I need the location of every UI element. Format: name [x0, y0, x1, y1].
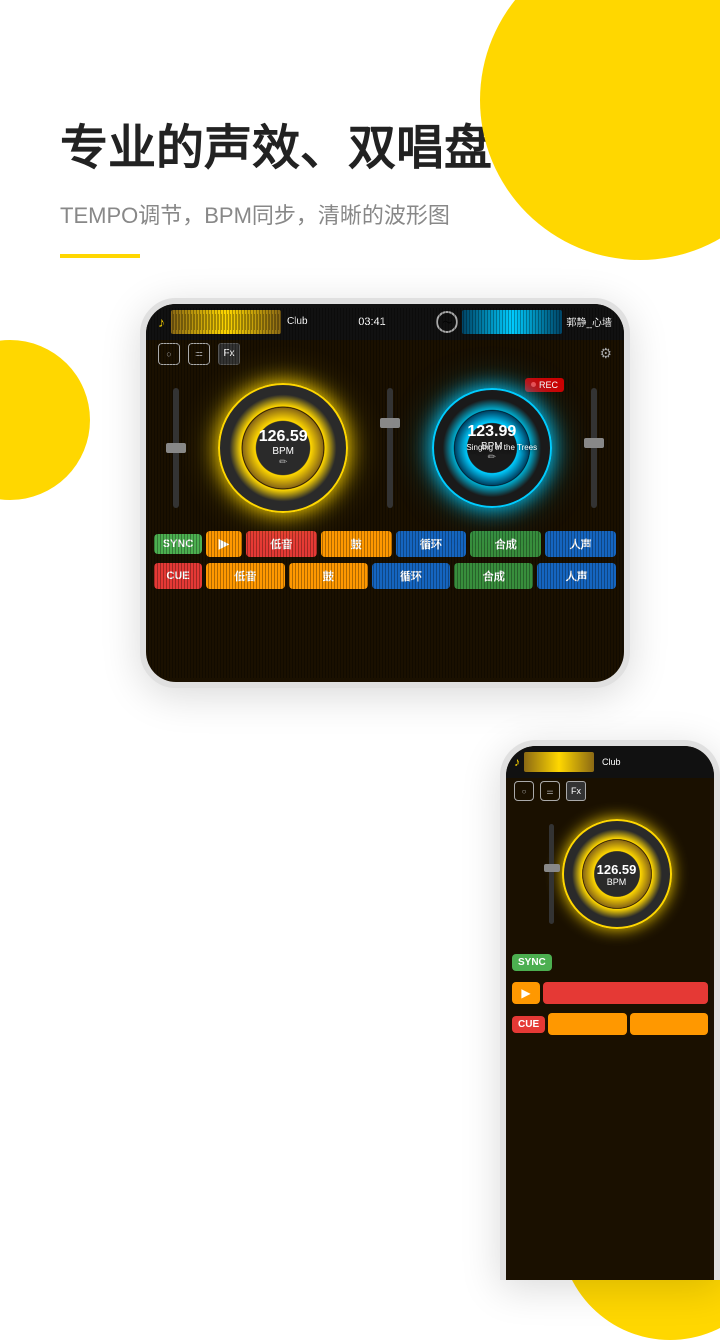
phone2-track-name: Club	[602, 757, 621, 767]
rec-badge: REC	[525, 378, 564, 392]
phone2-loop-btn[interactable]: ○	[514, 781, 534, 801]
phone2-btn-row-1: SYNC	[512, 948, 708, 976]
phone2-bpm-value: 126.59	[597, 862, 637, 877]
phone2-turntable-area: 126.59 BPM	[506, 804, 714, 944]
phone2-waveform	[524, 752, 594, 772]
right-fader-handle[interactable]	[584, 438, 604, 448]
phone2-controls: ○ ⚌ Fx	[506, 778, 714, 804]
left-bpm-value: 126.59	[259, 428, 308, 446]
phone2-sync-button[interactable]: SYNC	[512, 954, 552, 971]
rec-dot-icon	[531, 382, 536, 387]
phone2-turntable-center: 126.59 BPM	[597, 862, 637, 887]
phone-main: ♪ Club 03:41 〜 郭静_心墙 ○ ⚌ Fx	[140, 298, 630, 688]
phone2-fader-handle[interactable]	[544, 864, 560, 872]
right-fader[interactable]	[591, 388, 597, 508]
right-waveform	[462, 310, 562, 334]
dj-turntables-section: 126.59 BPM ✏ REC	[146, 368, 624, 528]
phone2-bass-pad[interactable]	[543, 982, 708, 1004]
phone2-play-button[interactable]: ▶	[512, 982, 540, 1004]
right-turntable[interactable]: 123.99 BPM ✏ Singing in the Trees	[432, 388, 552, 508]
phone2-cue-button[interactable]: CUE	[512, 1016, 545, 1033]
divider-line	[60, 254, 140, 258]
right-bpm-value: 123.99	[456, 423, 527, 441]
phone2-fx-btn[interactable]: Fx	[566, 781, 586, 801]
right-turntable-center: 123.99 BPM ✏ Singing in the Trees	[456, 423, 527, 472]
phone2-pad-3[interactable]	[630, 1013, 708, 1035]
dj-topbar: ♪ Club 03:41 〜 郭静_心墙	[146, 304, 624, 340]
phone2-btn-row-2: ▶	[512, 979, 708, 1007]
phone2-topbar: ♪ Club	[506, 746, 714, 778]
phone-power-btn[interactable]	[624, 414, 628, 464]
phone2-fader[interactable]	[549, 824, 554, 924]
phone-second-screen: ♪ Club ○ ⚌ Fx 126.59 BPM	[506, 746, 714, 1280]
left-bpm-label: BPM	[259, 446, 308, 457]
phone2-btn-rows: SYNC ▶ CUE	[506, 944, 714, 1045]
phone-second: ♪ Club ○ ⚌ Fx 126.59 BPM	[500, 740, 720, 1280]
edit-icon: ✏	[259, 457, 308, 468]
left-fader-handle[interactable]	[166, 443, 186, 453]
phone2-pad-2[interactable]	[548, 1013, 626, 1035]
phone2-eq-btn[interactable]: ⚌	[540, 781, 560, 801]
left-turntable-center: 126.59 BPM ✏	[259, 428, 308, 468]
dj-screen: ♪ Club 03:41 〜 郭静_心墙 ○ ⚌ Fx	[146, 304, 624, 682]
page-container: 专业的声效、双唱盘 TEMPO调节，BPM同步，清晰的波形图 ♪ Club	[0, 0, 720, 1280]
edit-icon-right: ✏	[456, 452, 527, 463]
left-turntable[interactable]: 126.59 BPM ✏	[218, 383, 348, 513]
right-track-info: 〜 郭静_心墙	[436, 310, 612, 334]
phone-mockup-container: ♪ Club 03:41 〜 郭静_心墙 ○ ⚌ Fx	[0, 298, 720, 728]
phone2-turntable[interactable]: 126.59 BPM	[562, 819, 672, 929]
center-fader-handle[interactable]	[380, 418, 400, 428]
center-fader[interactable]	[387, 388, 393, 508]
right-turntable-overlay: Singing in the Trees	[466, 443, 537, 452]
phone2-music-icon: ♪	[514, 755, 520, 769]
phone2-bpm-label: BPM	[597, 877, 637, 887]
rec-label: REC	[539, 380, 558, 390]
left-fader[interactable]	[173, 388, 179, 508]
phone2-btn-row-3: CUE	[512, 1010, 708, 1038]
